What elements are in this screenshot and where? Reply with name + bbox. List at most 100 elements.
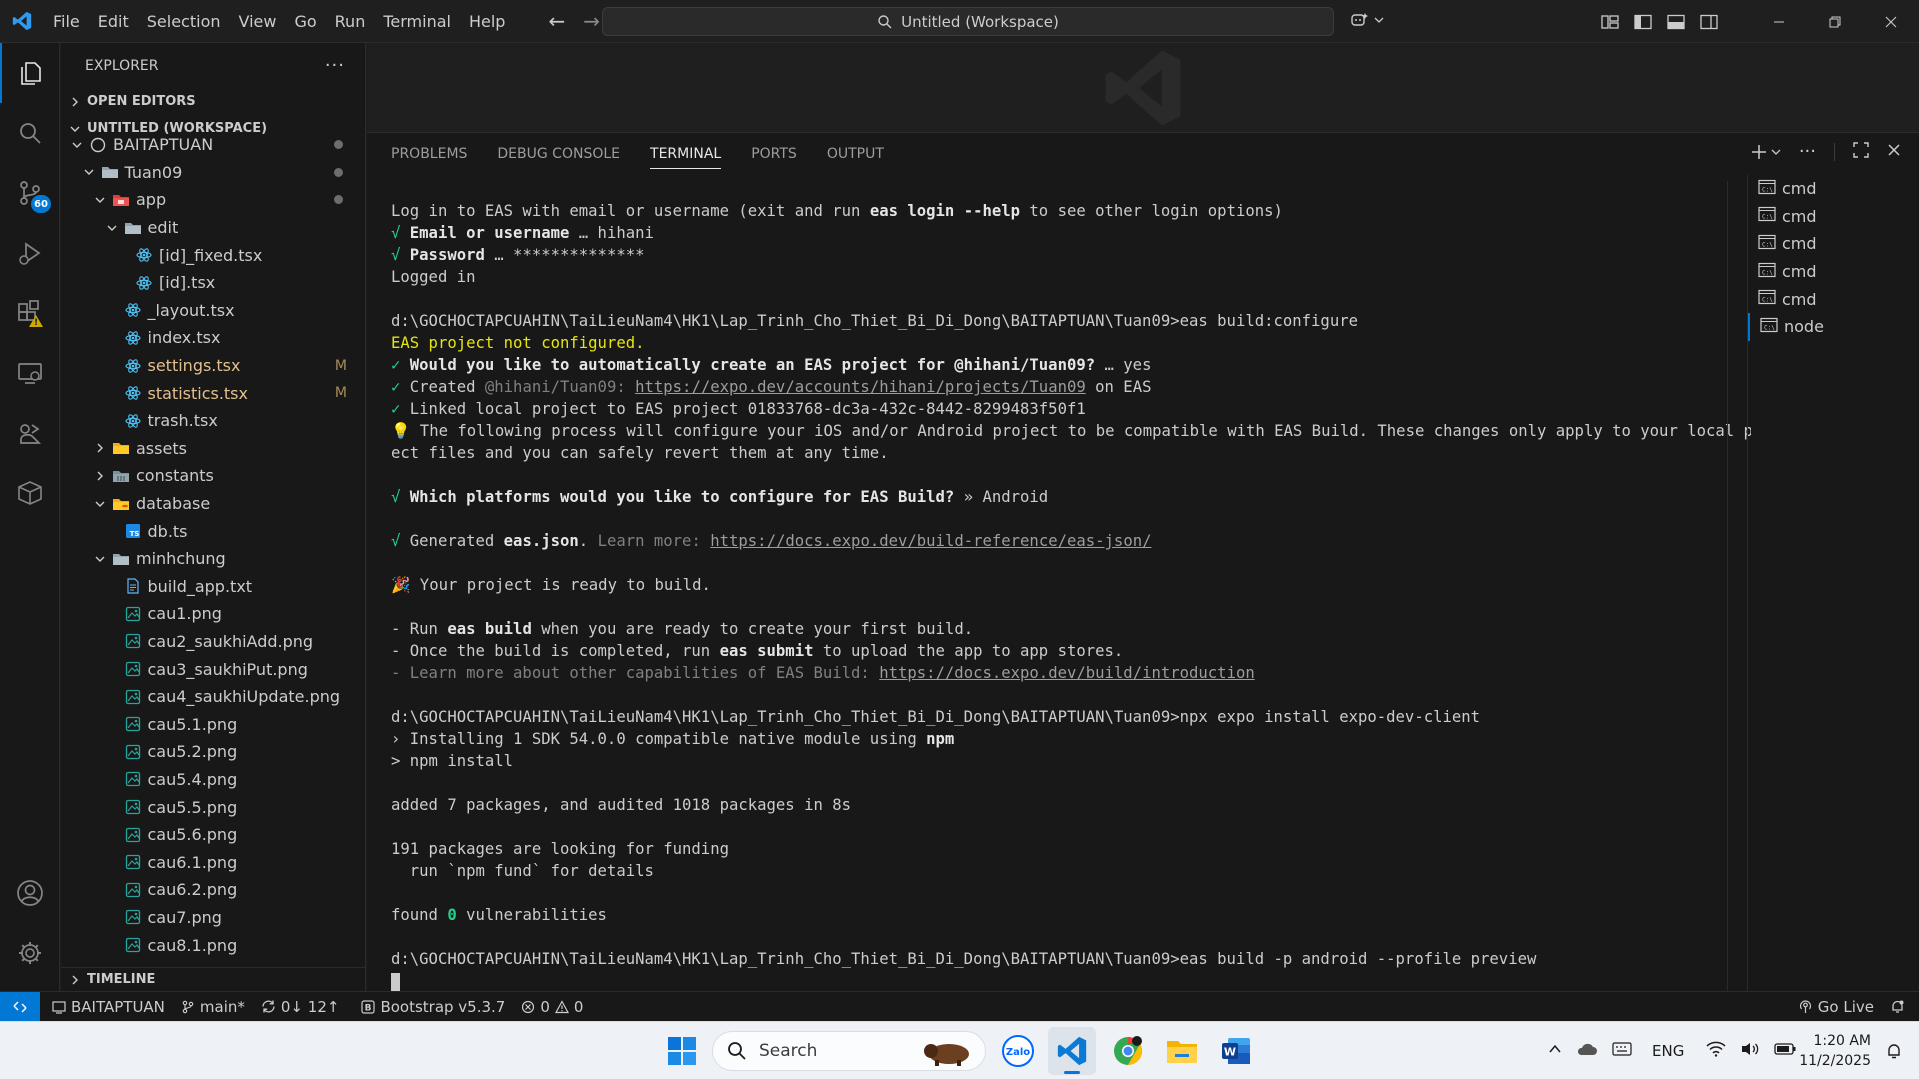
search-activity[interactable] — [0, 103, 60, 163]
tree-item-cau5-2-png[interactable]: cau5.2.png — [61, 738, 365, 766]
close-window-icon[interactable] — [1863, 0, 1919, 43]
tree-item-constants[interactable]: constants — [61, 462, 365, 490]
tree-item-assets[interactable]: assets — [61, 435, 365, 463]
manage-activity[interactable] — [0, 923, 60, 983]
start-button[interactable] — [658, 1027, 706, 1075]
maximize-panel-icon[interactable] — [1853, 141, 1869, 162]
open-editors-section[interactable]: OPEN EDITORS — [61, 88, 365, 115]
tree-item-cau3-saukhiput-png[interactable]: cau3_saukhiPut.png — [61, 655, 365, 683]
tree-item-cau5-6-png[interactable]: cau5.6.png — [61, 821, 365, 849]
customize-layout-icon[interactable] — [1593, 0, 1626, 43]
keyboard-icon[interactable] — [1612, 1042, 1632, 1060]
tree-item-index-tsx[interactable]: index.tsx — [61, 324, 365, 352]
tree-item-edit[interactable]: edit — [61, 214, 365, 242]
close-panel-icon[interactable] — [1887, 143, 1901, 161]
timeline-section[interactable]: TIMELINE — [61, 967, 365, 991]
tree-item-baitaptuan[interactable]: BAITAPTUAN — [61, 131, 365, 159]
tree-item-minhchung[interactable]: minhchung — [61, 545, 365, 573]
menu-help[interactable]: Help — [460, 0, 514, 43]
zalo-app[interactable]: Zalo — [994, 1027, 1042, 1075]
tree-item-id-tsx[interactable]: [id].tsx — [61, 269, 365, 297]
tree-item-cau1-png[interactable]: cau1.png — [61, 600, 365, 628]
battery-icon[interactable] — [1774, 1042, 1796, 1060]
tab-debug-console[interactable]: DEBUG CONSOLE — [497, 133, 620, 175]
explorer-activity[interactable] — [0, 43, 60, 103]
terminal-scrollbar[interactable] — [1727, 181, 1741, 991]
terminal-instance-cmd[interactable]: C:\ cmd — [1748, 203, 1919, 231]
menu-file[interactable]: File — [44, 0, 89, 43]
tree-item-cau7-png[interactable]: cau7.png — [61, 904, 365, 932]
tree-item-cau6-1-png[interactable]: cau6.1.png — [61, 848, 365, 876]
menu-edit[interactable]: Edit — [89, 0, 138, 43]
taskbar-search[interactable]: Search — [712, 1031, 986, 1071]
go-live-button[interactable]: Go Live — [1790, 998, 1882, 1016]
terminal-instance-node[interactable]: C:\ node — [1748, 312, 1919, 341]
back-arrow-icon[interactable]: ← — [548, 9, 565, 33]
menu-terminal[interactable]: Terminal — [374, 0, 460, 43]
chevron-up-icon[interactable] — [1548, 1042, 1562, 1060]
more-actions-icon[interactable]: ··· — [1799, 141, 1816, 162]
tree-item-cau5-5-png[interactable]: cau5.5.png — [61, 793, 365, 821]
source-control-activity[interactable]: 60 — [0, 163, 60, 223]
github-actions-activity[interactable] — [0, 403, 60, 463]
tab-terminal[interactable]: TERMINAL — [650, 133, 722, 175]
tree-item-settings-tsx[interactable]: settings.tsx M — [61, 352, 365, 380]
containers-activity[interactable] — [0, 463, 60, 523]
terminal-segment[interactable]: https://docs.expo.dev/build/introduction — [879, 664, 1255, 682]
tree-item-trash-tsx[interactable]: trash.tsx — [61, 407, 365, 435]
tab-output[interactable]: OUTPUT — [827, 133, 884, 175]
wifi-icon[interactable] — [1706, 1041, 1726, 1061]
menu-view[interactable]: View — [230, 0, 286, 43]
chrome-app[interactable] — [1104, 1027, 1152, 1075]
toggle-secondary-sidebar-icon[interactable] — [1692, 0, 1725, 43]
word-app[interactable]: W — [1212, 1027, 1260, 1075]
language-indicator[interactable]: ENG — [1652, 1042, 1684, 1060]
restore-icon[interactable] — [1807, 0, 1863, 43]
accounts-activity[interactable] — [0, 863, 60, 923]
terminal-instance-cmd[interactable]: C:\ cmd — [1748, 230, 1919, 258]
tree-item-build-app-txt[interactable]: build_app.txt — [61, 573, 365, 601]
more-actions-icon[interactable]: ··· — [325, 55, 345, 76]
vscode-app[interactable] — [1048, 1027, 1096, 1075]
tree-item-cau2-saukhiadd-png[interactable]: cau2_saukhiAdd.png — [61, 628, 365, 656]
tree-item-statistics-tsx[interactable]: statistics.tsx M — [61, 379, 365, 407]
cloud-icon[interactable] — [1576, 1041, 1598, 1061]
notifications-button[interactable] — [1882, 999, 1919, 1014]
menu-selection[interactable]: Selection — [138, 0, 230, 43]
sync-status[interactable]: 0↓ 12↑ — [253, 998, 348, 1016]
terminal-instance-cmd[interactable]: C:\ cmd — [1748, 285, 1919, 313]
tree-item-cau6-2-png[interactable]: cau6.2.png — [61, 876, 365, 904]
workspace-status[interactable]: BAITAPTUAN — [40, 998, 173, 1016]
volume-icon[interactable] — [1740, 1041, 1760, 1061]
tree-item-database[interactable]: database — [61, 490, 365, 518]
tree-item-cau4-saukhiupdate-png[interactable]: cau4_saukhiUpdate.png — [61, 683, 365, 711]
extensions-activity[interactable]: ! — [0, 283, 60, 343]
tree-item-cau5-4-png[interactable]: cau5.4.png — [61, 766, 365, 794]
remote-explorer-activity[interactable] — [0, 343, 60, 403]
terminal-prompt-line[interactable] — [391, 970, 1751, 992]
terminal-instance-cmd[interactable]: C:\ cmd — [1748, 175, 1919, 203]
run-debug-activity[interactable] — [0, 223, 60, 283]
clock[interactable]: 1:20 AM 11/2/2025 — [1799, 1031, 1871, 1071]
toggle-primary-sidebar-icon[interactable] — [1626, 0, 1659, 43]
forward-arrow-icon[interactable]: → — [583, 9, 600, 33]
tree-item-cau5-1-png[interactable]: cau5.1.png — [61, 710, 365, 738]
new-terminal-button[interactable] — [1751, 144, 1781, 160]
menu-run[interactable]: Run — [326, 0, 375, 43]
bootstrap-status[interactable]: B Bootstrap v5.3.7 — [353, 998, 513, 1016]
terminal-instance-cmd[interactable]: C:\ cmd — [1748, 258, 1919, 286]
branch-status[interactable]: main* — [173, 998, 253, 1016]
problems-status[interactable]: 0 0 — [513, 998, 591, 1016]
tab-problems[interactable]: PROBLEMS — [391, 133, 467, 175]
notification-bell-icon[interactable] — [1885, 1042, 1903, 1064]
tree-item-id-fixed-tsx[interactable]: [id]_fixed.tsx — [61, 241, 365, 269]
minimize-icon[interactable] — [1751, 0, 1807, 43]
tree-item-db-ts[interactable]: TS db.ts — [61, 517, 365, 545]
terminal-segment[interactable]: https://docs.expo.dev/build-reference/ea… — [710, 532, 1151, 550]
terminal-output[interactable]: Log in to EAS with email or username (ex… — [391, 200, 1751, 992]
tree-item-cau8-1-png[interactable]: cau8.1.png — [61, 931, 365, 959]
tree-item-layout-tsx[interactable]: _layout.tsx — [61, 297, 365, 325]
menu-go[interactable]: Go — [285, 0, 325, 43]
toggle-panel-icon[interactable] — [1659, 0, 1692, 43]
remote-indicator[interactable] — [0, 991, 40, 1022]
